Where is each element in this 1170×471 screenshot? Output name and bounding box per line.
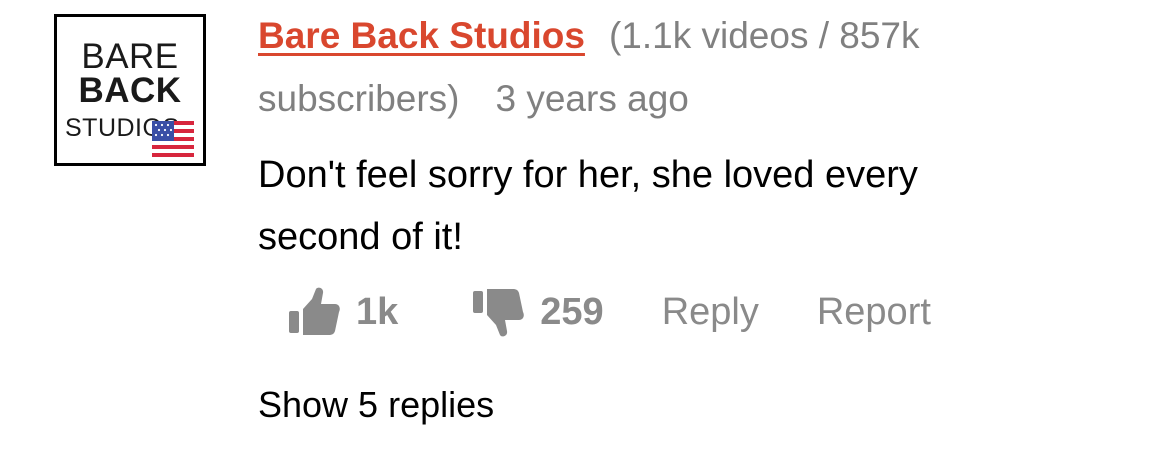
show-replies-button[interactable]: Show 5 replies bbox=[258, 384, 494, 426]
comment-body: Bare Back Studios (1.1k videos / 857k sub… bbox=[258, 4, 1138, 268]
avatar-text-line2: BACK bbox=[78, 71, 182, 110]
avatar-text-line1: BARE bbox=[81, 37, 179, 76]
dislike-button[interactable]: 259 bbox=[472, 287, 604, 337]
thumbs-down-icon bbox=[473, 289, 525, 337]
comment-timestamp: 3 years ago bbox=[495, 78, 689, 119]
like-count: 1k bbox=[356, 290, 399, 333]
avatar[interactable]: BARE BACK STUDIOS bbox=[54, 14, 206, 166]
flag-icon bbox=[152, 121, 194, 157]
reply-button[interactable]: Reply bbox=[662, 291, 759, 334]
username-link[interactable]: Bare Back Studios bbox=[258, 15, 585, 56]
report-button[interactable]: Report bbox=[817, 291, 931, 334]
like-button[interactable]: 1k bbox=[288, 287, 398, 337]
thumbs-up-icon bbox=[289, 287, 340, 335]
dislike-count: 259 bbox=[540, 290, 604, 333]
comment-text: Don't feel sorry for her, she loved ever… bbox=[258, 154, 918, 258]
comment-meta: Bare Back Studios (1.1k videos / 857k sub… bbox=[258, 4, 1058, 130]
comment-actions: 1k 259 Reply Report bbox=[288, 282, 931, 342]
